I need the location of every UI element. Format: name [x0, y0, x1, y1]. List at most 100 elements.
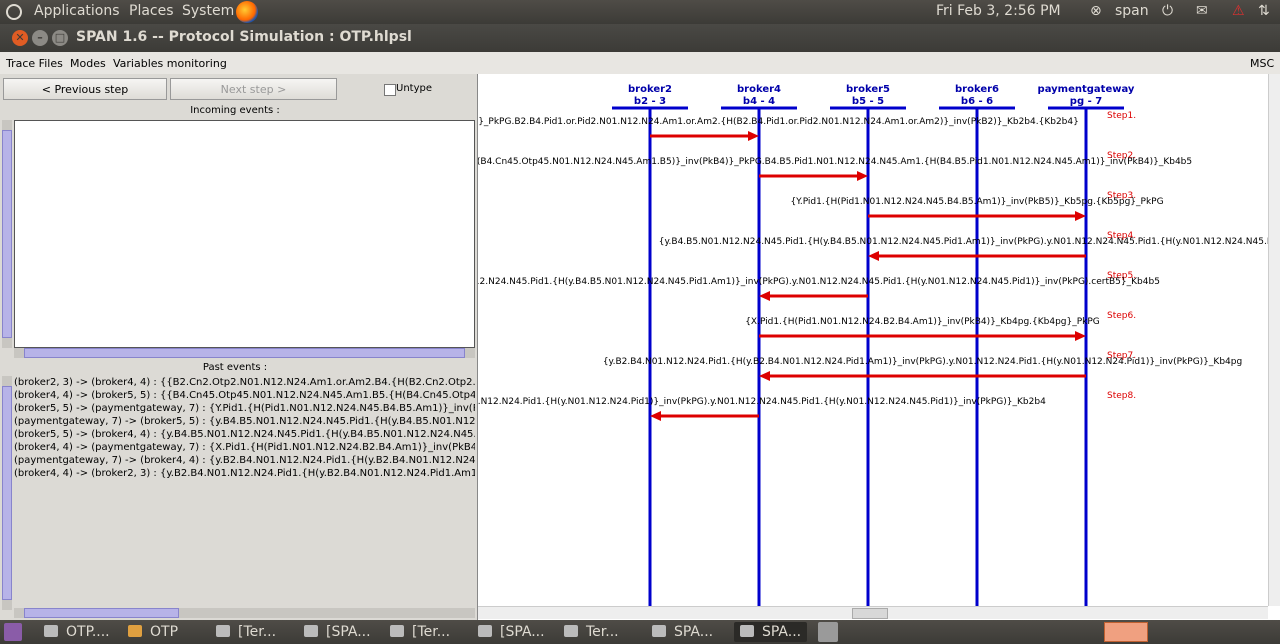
- past-vscrollbar[interactable]: [2, 376, 12, 610]
- message-label: B1.B5.{H(B4.Cn45.Otp45.N01.N12.N24.N45.A…: [478, 157, 1192, 167]
- message-label: {y.B2.B4.N01.N12.N24.Pid1.{H(y.B2.B4.N01…: [603, 357, 1242, 367]
- editor-icon: [44, 625, 58, 637]
- close-icon[interactable]: ✕: [12, 30, 28, 46]
- terminal-icon: [216, 625, 230, 637]
- taskbar-item[interactable]: [SPA...: [478, 622, 545, 642]
- window-titlebar: ✕ – □ SPAN 1.6 -- Protocol Simulation : …: [0, 24, 1280, 52]
- taskbar-item[interactable]: [Ter...: [216, 622, 276, 642]
- step-label: Step8.: [1107, 391, 1136, 401]
- taskbar-item[interactable]: OTP....: [44, 622, 110, 642]
- past-events-list[interactable]: (broker2, 3) -> (broker4, 4) : {{B2.Cn2.…: [14, 376, 475, 606]
- msc-diagram: broker2b2 - 3 broker4b4 - 4 broker5b5 - 5 b…: [478, 84, 1280, 606]
- window-title: SPAN 1.6 -- Protocol Simulation : OTP.hl…: [76, 29, 412, 45]
- msc-panel: broker2 b2 - 3 broker4 b4 - 4 broker5 b5 - 5 b…: [477, 74, 1280, 620]
- msc-vscrollbar[interactable]: [1268, 74, 1280, 606]
- message-label: N24.Am1.or.Am2.B4)}_inv(PkB2)}_PkPG.B2.B…: [478, 117, 1079, 127]
- applications-menu[interactable]: Applications: [34, 3, 120, 19]
- arrowhead-icon: [759, 291, 770, 301]
- untype-label: Untype: [396, 83, 432, 94]
- list-item[interactable]: (broker4, 4) -> (broker5, 5) : {{B4.Cn45…: [14, 389, 475, 402]
- menu-msc[interactable]: MSC: [1250, 57, 1274, 70]
- workspace-switcher[interactable]: [1104, 622, 1148, 642]
- past-events-label: Past events :: [202, 362, 268, 373]
- list-item[interactable]: (broker2, 3) -> (broker4, 4) : {{B2.Cn2.…: [14, 376, 475, 389]
- past-hscroll-thumb[interactable]: [24, 608, 179, 618]
- arrowhead-icon: [650, 411, 661, 421]
- warning-icon[interactable]: ⚠: [1232, 3, 1245, 19]
- taskbar-item[interactable]: [Ter...: [390, 622, 450, 642]
- taskbar-item[interactable]: [SPA...: [304, 622, 371, 642]
- mail-icon[interactable]: ✉: [1196, 3, 1208, 19]
- minimize-icon[interactable]: –: [32, 30, 48, 46]
- firefox-icon[interactable]: [236, 1, 258, 23]
- trash-icon[interactable]: [818, 622, 838, 642]
- window-icon: [740, 625, 754, 637]
- bottom-taskbar: OTP.... OTP [Ter... [SPA... [Ter... [SPA…: [0, 620, 1280, 644]
- msc-hscroll-thumb[interactable]: [852, 608, 888, 619]
- participant-name: paymentgateway: [1038, 84, 1135, 95]
- past-vscroll-thumb[interactable]: [2, 386, 12, 600]
- untype-checkbox[interactable]: [384, 84, 396, 96]
- network-icon[interactable]: ⇅: [1258, 3, 1270, 19]
- clock[interactable]: Fri Feb 3, 2:56 PM: [936, 3, 1061, 19]
- participant-id: b6 - 6: [961, 96, 993, 107]
- user-status-icon[interactable]: ⊗: [1090, 3, 1102, 19]
- incoming-vscrollbar[interactable]: [2, 120, 12, 348]
- window-icon: [478, 625, 492, 637]
- arrowhead-icon: [868, 251, 879, 261]
- user-name[interactable]: span: [1115, 3, 1149, 19]
- ubuntu-logo-icon[interactable]: [6, 4, 22, 20]
- list-item[interactable]: (broker5, 5) -> (broker4, 4) : {y.B4.B5.…: [14, 428, 475, 441]
- incoming-vscroll-thumb[interactable]: [2, 130, 12, 338]
- incoming-events-list[interactable]: [14, 120, 475, 348]
- message-label: {Y.Pid1.{H(Pid1.N01.N12.N24.N45.B4.B5.Am…: [790, 197, 1163, 207]
- list-item[interactable]: (broker4, 4) -> (broker2, 3) : {y.B2.B4.…: [14, 467, 475, 480]
- window-icon: [304, 625, 318, 637]
- participant-id: b5 - 5: [852, 96, 884, 107]
- places-menu[interactable]: Places: [129, 3, 174, 19]
- menu-trace-files[interactable]: Trace Files: [6, 57, 63, 70]
- app-menubar: Trace Files Modes Variables monitoring M…: [0, 52, 1280, 74]
- list-item[interactable]: (broker4, 4) -> (paymentgateway, 7) : {X…: [14, 441, 475, 454]
- msc-hscrollbar[interactable]: [478, 606, 1268, 619]
- message-label: N12.N24.N45.Pid1.{H(y.B4.B5.N01.N12.N24.…: [478, 277, 1160, 287]
- system-menu[interactable]: System: [182, 3, 234, 19]
- folder-icon: [128, 625, 142, 637]
- top-panel: Applications Places System Fri Feb 3, 2:…: [0, 0, 1280, 24]
- incoming-hscrollbar[interactable]: [14, 348, 475, 358]
- terminal-icon: [390, 625, 404, 637]
- arrowhead-icon: [1075, 211, 1086, 221]
- left-panel: < Previous step Next step > Untype Incom…: [0, 74, 477, 620]
- past-hscrollbar[interactable]: [14, 608, 475, 618]
- taskbar-item[interactable]: SPA...: [652, 622, 713, 642]
- arrowhead-icon: [759, 371, 770, 381]
- participant-name: broker2: [628, 84, 672, 95]
- participant-id: b2 - 3: [634, 96, 666, 107]
- taskbar-item[interactable]: OTP: [128, 622, 178, 642]
- taskbar-item[interactable]: Ter...: [564, 622, 619, 642]
- next-step-button[interactable]: Next step >: [170, 78, 337, 100]
- maximize-icon[interactable]: □: [52, 30, 68, 46]
- arrowhead-icon: [857, 171, 868, 181]
- show-desktop-icon[interactable]: [4, 623, 22, 641]
- participant-id: pg - 7: [1070, 96, 1102, 107]
- menu-variables-monitoring[interactable]: Variables monitoring: [113, 57, 227, 70]
- list-item[interactable]: (broker5, 5) -> (paymentgateway, 7) : {Y…: [14, 402, 475, 415]
- window-icon: [652, 625, 666, 637]
- message-label: 1.Am1)}_inv(PkPG).y.N01.N12.N24.Pid1.{H(…: [478, 397, 1046, 407]
- previous-step-button[interactable]: < Previous step: [3, 78, 167, 100]
- participant-name: broker4: [737, 84, 781, 95]
- taskbar-item-active[interactable]: SPA...: [734, 622, 808, 642]
- message-label: {X.Pid1.{H(Pid1.N01.N12.N24.B2.B4.Am1)}_…: [745, 317, 1100, 327]
- step-label: Step6.: [1107, 311, 1136, 321]
- step-label: Step1.: [1107, 111, 1136, 121]
- incoming-events-label: Incoming events :: [190, 105, 280, 116]
- incoming-hscroll-thumb[interactable]: [24, 348, 465, 358]
- power-icon[interactable]: ⏻: [1162, 3, 1173, 19]
- participant-name: broker6: [955, 84, 999, 95]
- list-item[interactable]: (paymentgateway, 7) -> (broker5, 5) : {y…: [14, 415, 475, 428]
- menu-modes[interactable]: Modes: [70, 57, 106, 70]
- message-label: {y.B4.B5.N01.N12.N24.N45.Pid1.{H(y.B4.B5…: [659, 237, 1280, 247]
- participant-name: broker5: [846, 84, 890, 95]
- list-item[interactable]: (paymentgateway, 7) -> (broker4, 4) : {y…: [14, 454, 475, 467]
